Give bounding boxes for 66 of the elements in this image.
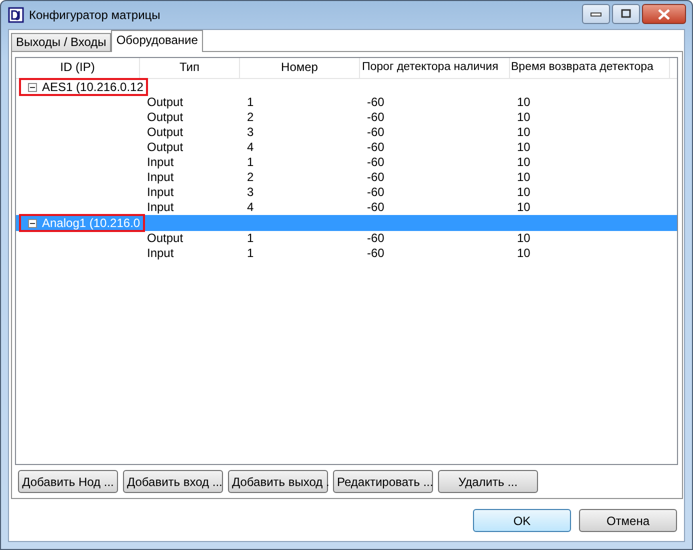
column-header[interactable]: Тип <box>140 58 240 78</box>
close-button[interactable] <box>642 4 686 24</box>
column-header[interactable]: Номер <box>240 58 360 78</box>
table-cell-text: -60 <box>366 95 386 110</box>
table-cell-text: 10 <box>516 246 532 261</box>
table-cell-text: -60 <box>366 110 386 125</box>
table-cell-text: -60 <box>366 185 386 200</box>
maximize-button[interactable] <box>612 4 640 24</box>
table-cell-text: -60 <box>366 231 386 246</box>
table-cell-text: 10 <box>516 125 532 140</box>
table-cell-text: -60 <box>366 140 386 155</box>
action-button[interactable]: Добавить вход ... <box>123 470 223 493</box>
table-cell-text: 10 <box>516 140 532 155</box>
table-cell-text: -60 <box>366 200 386 215</box>
column-header[interactable]: Порог детектора наличия <box>360 58 510 78</box>
collapse-icon[interactable] <box>28 218 37 228</box>
table-cell-text: 3 <box>246 185 255 200</box>
table-cell-text: Input <box>146 155 175 170</box>
table-cell-text: Input <box>146 170 175 185</box>
table-cell-text: 10 <box>516 110 532 125</box>
table-cell-text: 1 <box>246 246 255 261</box>
table-cell-text: 10 <box>516 185 532 200</box>
table-cell-text: Output <box>146 95 184 110</box>
table-cell-text: 10 <box>516 155 532 170</box>
action-button[interactable]: Добавить Нод ... <box>18 470 118 493</box>
table-cell-text: -60 <box>366 125 386 140</box>
cancel-button[interactable]: Отмена <box>579 509 677 532</box>
table-cell-text: 2 <box>246 170 255 185</box>
table-cell-text: 2 <box>246 110 255 125</box>
table-cell-text: Output <box>146 140 184 155</box>
table-cell-text: 10 <box>516 200 532 215</box>
tab[interactable]: Оборудование <box>111 30 203 52</box>
table-cell-text: 10 <box>516 231 532 246</box>
table-cell-text: 10 <box>516 170 532 185</box>
table-cell-text: -60 <box>366 246 386 261</box>
table-cell-text: 4 <box>246 200 255 215</box>
column-header[interactable]: ID (IP) <box>16 58 140 78</box>
minimize-button[interactable] <box>582 4 610 24</box>
table-cell-text: Output <box>146 231 184 246</box>
table-cell-text: Input <box>146 246 175 261</box>
table-cell-text: 4 <box>246 140 255 155</box>
minimize-icon <box>590 11 602 17</box>
action-button[interactable]: Удалить ... <box>438 470 538 493</box>
table-cell-text: Input <box>146 185 175 200</box>
tree-row[interactable]: AES1 (10.216.0.12 <box>16 79 677 95</box>
table-cell-text: Output <box>146 110 184 125</box>
tree-node-label[interactable]: AES1 (10.216.0.12 <box>42 80 144 94</box>
tab[interactable]: Выходы / Входы <box>11 33 112 51</box>
column-header[interactable]: Время возврата детектора <box>510 58 670 78</box>
window-title: Конфигуратор матрицы <box>29 8 162 22</box>
app-logo-icon <box>8 7 24 23</box>
collapse-icon[interactable] <box>28 82 37 92</box>
table-cell-text: Input <box>146 200 175 215</box>
table-cell-text: -60 <box>366 170 386 185</box>
table-cell-text: 1 <box>246 155 255 170</box>
table-cell-text: Output <box>146 125 184 140</box>
table-cell-text: -60 <box>366 155 386 170</box>
maximize-icon <box>620 9 632 19</box>
table-cell-text: 1 <box>246 95 255 110</box>
table-cell-text: 1 <box>246 231 255 246</box>
action-button[interactable]: Добавить выход . <box>228 470 328 493</box>
close-icon <box>657 8 671 20</box>
table-cell-text: 10 <box>516 95 532 110</box>
action-button[interactable]: Редактировать ... <box>333 470 433 493</box>
ok-button[interactable]: OK <box>473 509 571 532</box>
table-cell-text: 3 <box>246 125 255 140</box>
